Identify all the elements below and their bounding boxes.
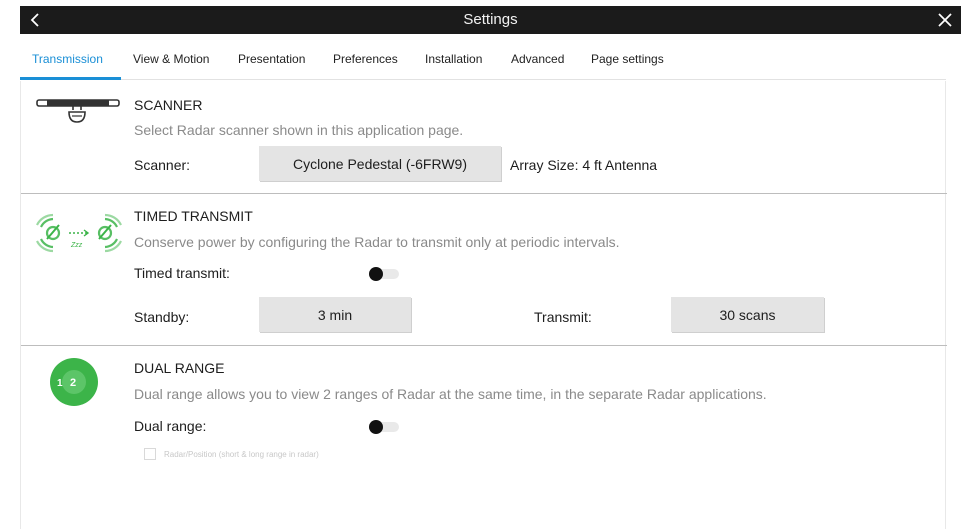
tab-advanced[interactable]: Advanced	[511, 52, 564, 66]
section-divider	[21, 193, 947, 194]
dual-range-icon: 1 2	[49, 357, 99, 412]
transmit-label: Transmit:	[534, 309, 592, 325]
scanner-title: SCANNER	[134, 97, 203, 113]
timed-transmit-label: Timed transmit:	[134, 265, 230, 281]
tab-view-motion[interactable]: View & Motion	[133, 52, 209, 66]
toggle-knob	[369, 420, 383, 434]
timed-transmit-title: TIMED TRANSMIT	[134, 208, 253, 224]
timed-transmit-description: Conserve power by configuring the Radar …	[134, 234, 620, 250]
radar-position-checkbox[interactable]	[144, 448, 156, 460]
settings-window: Settings Transmission View & Motion Pres…	[0, 0, 964, 529]
tab-preferences[interactable]: Preferences	[333, 52, 398, 66]
tab-transmission[interactable]: Transmission	[32, 52, 103, 66]
tab-installation[interactable]: Installation	[425, 52, 482, 66]
scanner-label: Scanner:	[134, 157, 191, 173]
section-divider	[21, 345, 947, 346]
radar-position-checkbox-label: Radar/Position (short & long range in ra…	[164, 449, 319, 459]
active-tab-indicator	[20, 77, 121, 80]
page-title: Settings	[463, 11, 518, 28]
tab-bar: Transmission View & Motion Presentation …	[20, 40, 946, 80]
dual-range-toggle[interactable]	[367, 419, 401, 435]
title-bar: Settings	[20, 6, 961, 34]
dual-range-title: DUAL RANGE	[134, 360, 225, 376]
timed-transmit-toggle[interactable]	[367, 266, 401, 282]
svg-text:2: 2	[70, 377, 76, 389]
radar-scanner-icon	[35, 96, 125, 135]
tab-page-settings[interactable]: Page settings	[591, 52, 664, 66]
svg-text:Zzz: Zzz	[70, 242, 83, 249]
standby-label: Standby:	[134, 309, 190, 325]
radar-position-option: Radar/Position (short & long range in ra…	[144, 447, 319, 461]
array-size-text: Array Size: 4 ft Antenna	[510, 157, 658, 173]
toggle-knob	[369, 267, 383, 281]
svg-text:1: 1	[57, 378, 63, 389]
scanner-select-button[interactable]: Cyclone Pedestal (-6FRW9)	[259, 146, 501, 181]
timed-transmit-icon: Zzz	[31, 211, 127, 260]
settings-content: SCANNER Select Radar scanner shown in th…	[20, 81, 947, 529]
standby-button[interactable]: 3 min	[259, 297, 411, 332]
tab-presentation[interactable]: Presentation	[238, 52, 305, 66]
dual-range-description: Dual range allows you to view 2 ranges o…	[134, 386, 767, 402]
dual-range-label: Dual range:	[134, 418, 207, 434]
close-icon[interactable]	[935, 10, 955, 30]
scanner-description: Select Radar scanner shown in this appli…	[134, 122, 464, 138]
transmit-button[interactable]: 30 scans	[671, 297, 824, 332]
